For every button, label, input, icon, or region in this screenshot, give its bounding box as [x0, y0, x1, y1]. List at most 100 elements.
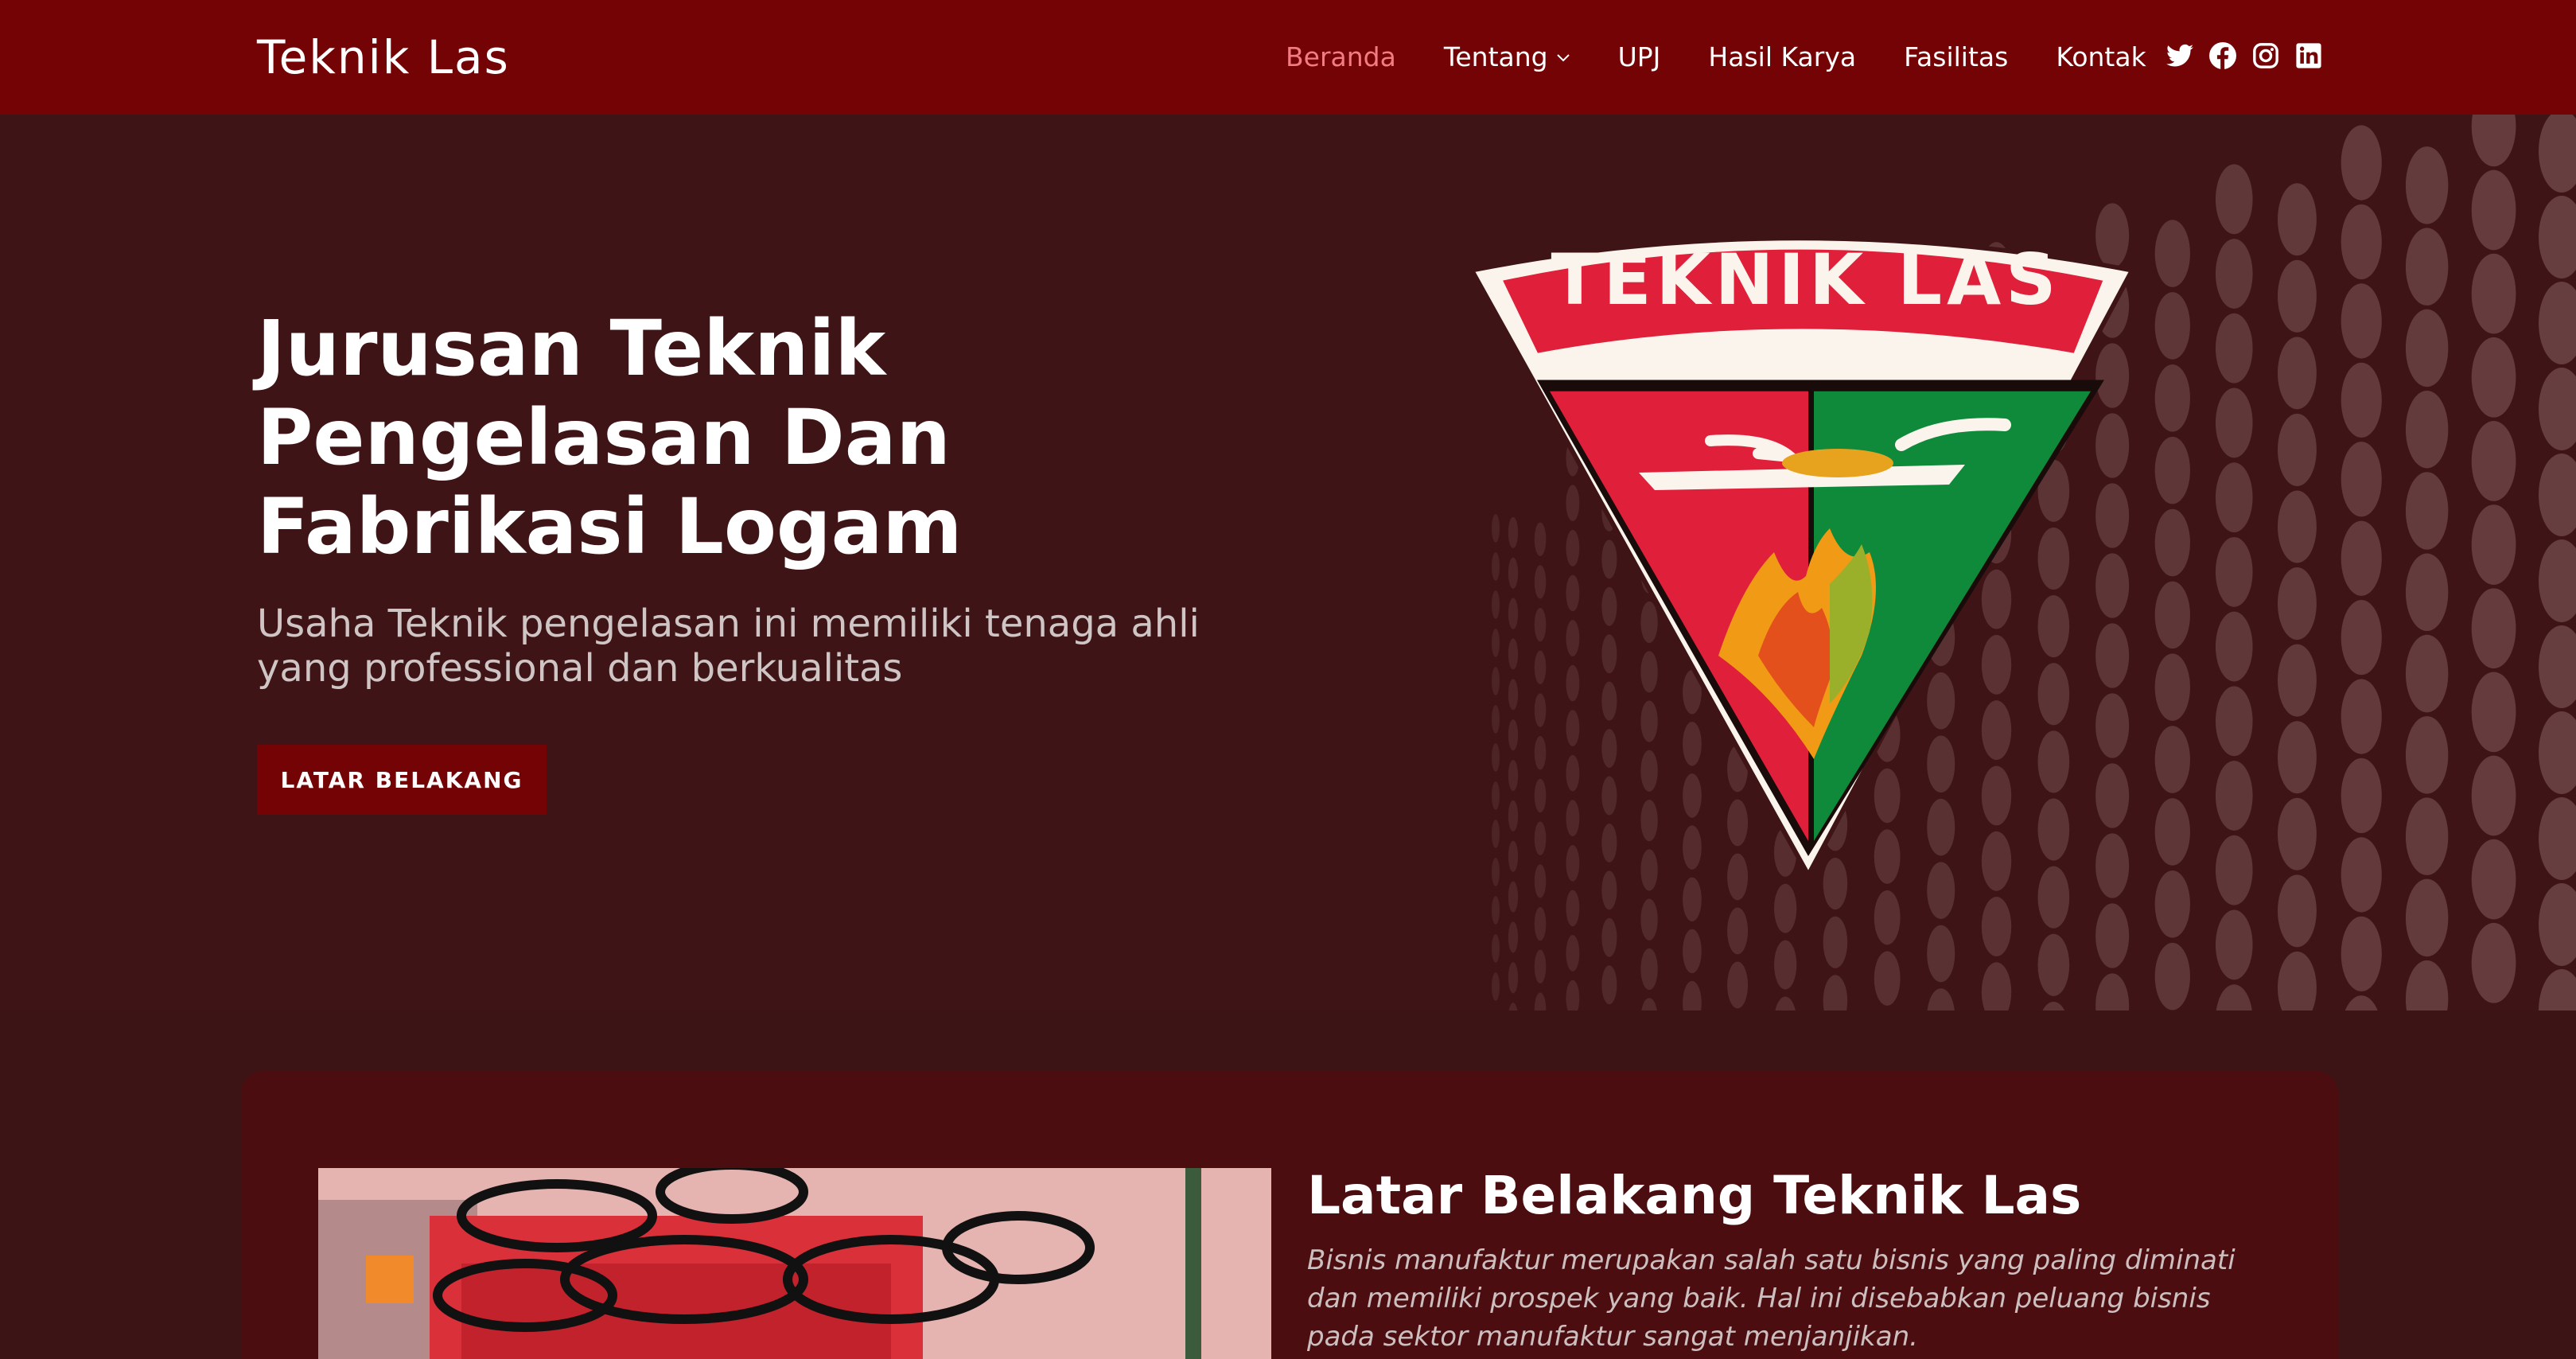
facebook-icon[interactable]: [2208, 41, 2237, 70]
about-section: Latar Belakang Teknik Las Bisnis manufak…: [241, 1071, 2338, 1359]
chevron-down-icon: [1556, 53, 1570, 61]
dot: [2471, 115, 2516, 167]
linkedin-icon[interactable]: [2294, 41, 2323, 70]
dot: [2341, 283, 2382, 359]
dot: [2344, 995, 2378, 1010]
instagram-icon[interactable]: [2251, 41, 2280, 70]
nav-hasil-karya-label: Hasil Karya: [1708, 41, 1857, 72]
about-text: Bisnis manufaktur merupakan salah satu b…: [1307, 1244, 2236, 1353]
dot: [2278, 490, 2317, 563]
hero-section: Jurusan Teknik Pengelasan Dan Fabrikasi …: [0, 115, 2576, 1010]
nav-hasil-karya[interactable]: Hasil Karya: [1708, 41, 1856, 72]
dot: [1534, 906, 1547, 941]
dot: [2539, 454, 2576, 536]
dot: [1601, 917, 1617, 957]
nav-beranda[interactable]: Beranda: [1286, 41, 1396, 72]
dot: [2216, 984, 2252, 1010]
dot: [2471, 253, 2516, 334]
dot: [2215, 239, 2253, 309]
dot: [2215, 835, 2253, 905]
dot: [1775, 996, 1796, 1010]
dot: [1492, 934, 1500, 963]
dot: [2215, 536, 2253, 607]
hero-subtitle: Usaha Teknik pengelasan ini memiliki ten…: [257, 602, 1200, 691]
dot: [2278, 413, 2317, 486]
dot: [2095, 903, 2130, 968]
dot: [2042, 1001, 2065, 1010]
twitter-icon[interactable]: [2165, 41, 2194, 70]
dot: [2341, 362, 2382, 438]
dot: [1640, 948, 1658, 991]
site-logo[interactable]: Teknik Las: [257, 30, 510, 84]
dot: [2471, 504, 2516, 585]
dot: [1981, 962, 2012, 1010]
dot: [1534, 992, 1547, 1010]
dot: [2539, 368, 2576, 450]
dot: [1927, 988, 1955, 1010]
dot: [2341, 204, 2382, 280]
about-title: Latar Belakang Teknik Las: [1307, 1165, 2082, 1226]
dot: [2405, 960, 2449, 1010]
dot: [2471, 169, 2516, 251]
dot: [2539, 539, 2576, 622]
dot: [2341, 442, 2382, 517]
dot: [2154, 220, 2190, 287]
dot: [1823, 916, 1848, 968]
dot: [2539, 625, 2576, 708]
nav-tentang-label: Tentang: [1443, 41, 1548, 72]
dot: [2278, 951, 2317, 1010]
dot: [2154, 870, 2190, 938]
dot: [2215, 761, 2253, 831]
dot: [2471, 922, 2516, 1003]
dot: [2405, 309, 2449, 387]
dot: [2405, 146, 2449, 224]
nav-tentang[interactable]: Tentang: [1444, 41, 1570, 72]
dot: [2278, 183, 2317, 256]
nav-upj-label: UPJ: [1617, 41, 1661, 72]
dot: [2405, 390, 2449, 469]
dot: [2471, 672, 2516, 753]
dot: [2471, 421, 2516, 501]
dot: [1823, 975, 1848, 1010]
dot: [1683, 929, 1702, 974]
dot: [2154, 581, 2190, 649]
dot: [2154, 942, 2190, 1010]
dot: [2037, 933, 2070, 996]
dot: [2539, 196, 2576, 278]
dot: [1566, 979, 1580, 1010]
nav-kontak[interactable]: Kontak: [2056, 41, 2146, 72]
dot: [1508, 1003, 1518, 1010]
dot: [2154, 508, 2190, 577]
dot: [2154, 292, 2190, 360]
latar-belakang-button[interactable]: LATAR BELAKANG: [257, 745, 547, 815]
dot: [2154, 726, 2190, 793]
dot: [2278, 644, 2317, 717]
dot: [2341, 520, 2382, 596]
dot: [2405, 472, 2449, 550]
dot: [1727, 961, 1749, 1009]
dot: [2405, 228, 2449, 306]
dot: [2154, 653, 2190, 721]
dot: [2154, 436, 2190, 504]
main-nav: Beranda Tentang UPJ Hasil Karya Fasilita…: [1286, 41, 2146, 72]
dot: [2215, 611, 2253, 682]
dot: [2539, 969, 2576, 1010]
dot: [2405, 553, 2449, 632]
dot: [1683, 980, 1702, 1010]
dot: [2095, 973, 2130, 1010]
dot: [2471, 755, 2516, 836]
dot: [2341, 916, 2382, 991]
teknik-las-emblem-logo: TEKNIK LAS: [1468, 236, 2136, 880]
dot: [2539, 797, 2576, 880]
dot: [2341, 757, 2382, 834]
nav-fasilitas[interactable]: Fasilitas: [1904, 41, 2008, 72]
dot: [2278, 259, 2317, 333]
social-links: [2165, 41, 2323, 70]
dot: [2471, 337, 2516, 418]
nav-upj[interactable]: UPJ: [1618, 41, 1661, 72]
site-header: Teknik Las Beranda Tentang UPJ Hasil Kar…: [0, 0, 2576, 115]
nav-fasilitas-label: Fasilitas: [1904, 41, 2009, 72]
dot: [2154, 364, 2190, 432]
dot: [2405, 634, 2449, 713]
dot: [2341, 600, 2382, 676]
